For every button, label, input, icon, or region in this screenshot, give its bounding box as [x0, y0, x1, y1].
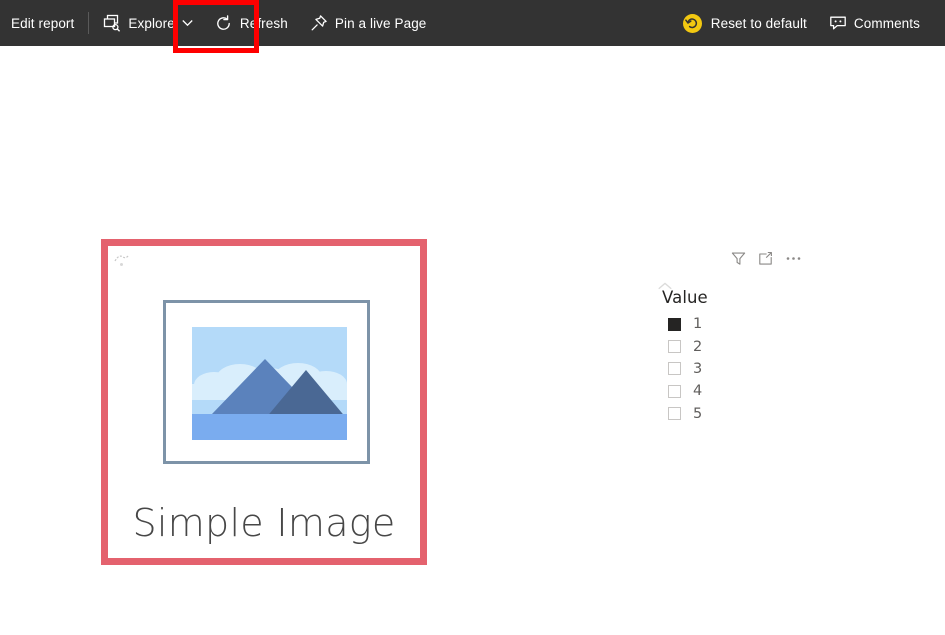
slicer-item-label: 1 [693, 316, 703, 333]
image-visual-caption: Simple Image [132, 501, 396, 545]
slicer-item-label: 5 [693, 405, 703, 422]
toolbar-right-group: Reset to default Comments [672, 0, 945, 46]
slicer-item[interactable]: 2 [668, 335, 702, 357]
refresh-label: Refresh [239, 15, 288, 31]
toolbar-divider [88, 12, 90, 34]
edit-report-button[interactable]: Edit report [0, 0, 85, 46]
slicer-item[interactable]: 1 [668, 313, 702, 335]
refresh-icon [215, 14, 233, 32]
visual-header-icons [731, 251, 802, 266]
slicer-item[interactable]: 5 [668, 403, 702, 425]
checkbox-icon[interactable] [668, 384, 681, 398]
comments-label: Comments [853, 15, 920, 31]
landscape-image [192, 327, 347, 440]
filter-icon[interactable] [731, 251, 746, 266]
slicer-title: Value [662, 288, 708, 307]
more-options-icon[interactable] [785, 251, 802, 266]
focus-mode-icon[interactable] [758, 251, 773, 266]
report-toolbar: Edit report Explore Refresh Pin a live P… [0, 0, 945, 46]
reset-icon [682, 13, 702, 33]
slicer-item-label: 4 [693, 383, 703, 400]
toolbar-left-group: Edit report Explore Refresh Pin a live P… [0, 0, 437, 46]
checkbox-checked-icon[interactable] [668, 317, 681, 331]
value-slicer-visual[interactable]: Value 1 2 3 4 5 [652, 251, 812, 426]
checkbox-icon[interactable] [668, 362, 681, 376]
visual-resize-handle[interactable] [114, 250, 130, 262]
comment-icon [829, 14, 847, 32]
slicer-item-list: 1 2 3 4 5 [668, 313, 702, 425]
image-visual[interactable]: Simple Image [101, 239, 427, 565]
pin-icon [310, 14, 328, 32]
slicer-item-label: 2 [693, 338, 703, 355]
reset-to-default-label: Reset to default [710, 15, 807, 31]
explore-button[interactable]: Explore [92, 0, 203, 46]
picture-frame [163, 300, 370, 464]
explore-label: Explore [128, 15, 175, 31]
visual-marker-dot [120, 263, 123, 266]
edit-report-label: Edit report [11, 15, 75, 31]
refresh-button[interactable]: Refresh [204, 0, 299, 46]
slicer-item-label: 3 [693, 360, 703, 377]
reset-to-default-button[interactable]: Reset to default [672, 0, 818, 46]
chevron-down-icon [182, 19, 193, 27]
pin-live-page-label: Pin a live Page [334, 15, 427, 31]
report-canvas: Simple Image Value 1 2 3 4 5 [0, 46, 945, 635]
explore-icon [103, 14, 121, 32]
checkbox-icon[interactable] [668, 340, 681, 354]
comments-button[interactable]: Comments [818, 0, 931, 46]
slicer-item[interactable]: 4 [668, 380, 702, 402]
checkbox-icon[interactable] [668, 407, 681, 421]
slicer-item[interactable]: 3 [668, 358, 702, 380]
pin-live-page-button[interactable]: Pin a live Page [299, 0, 438, 46]
